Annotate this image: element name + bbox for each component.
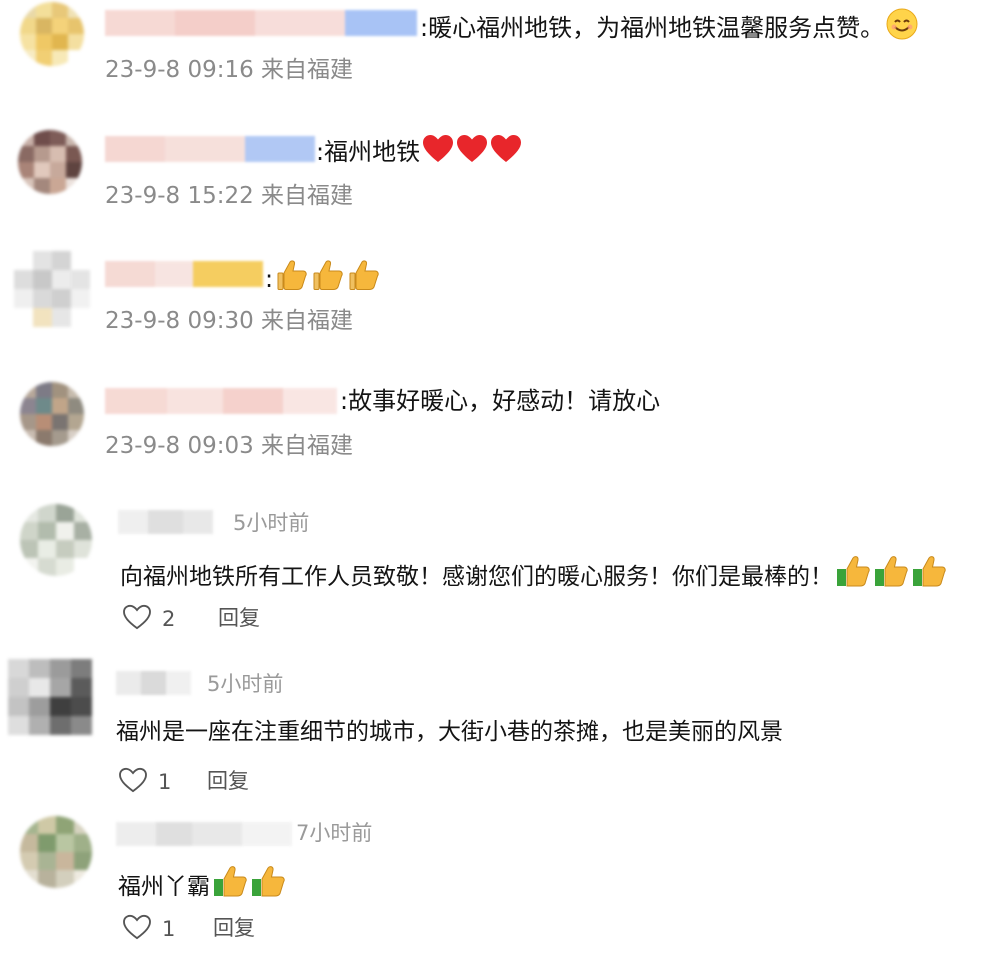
comment-meta: 23-9-8 09:16 来自福建 bbox=[105, 57, 354, 83]
thumbs-up-emoji bbox=[250, 864, 286, 906]
heart-emoji bbox=[422, 134, 454, 171]
thumbs-up-emoji bbox=[311, 259, 345, 298]
comment-text: : bbox=[265, 259, 381, 298]
comment-time: 7小时前 bbox=[296, 821, 373, 845]
smile-emoji bbox=[886, 8, 918, 47]
comment-body: 福州丫霸 bbox=[118, 874, 210, 900]
comment-3: : 23-9-8 09:30 来自福建 bbox=[0, 245, 1001, 345]
comment-meta: 23-9-8 09:03 来自福建 bbox=[105, 433, 354, 459]
like-count: 1 bbox=[162, 917, 176, 941]
avatar[interactable] bbox=[20, 2, 84, 66]
comment-4: :故事好暖心，好感动！请放心 23-9-8 09:03 来自福建 bbox=[0, 372, 1001, 472]
comment-body: 故事好暖心，好感动！请放心 bbox=[348, 387, 661, 415]
thumbs-up-emoji bbox=[212, 864, 248, 906]
blurred-username[interactable] bbox=[116, 822, 292, 846]
heart-emoji bbox=[490, 134, 522, 171]
blurred-username[interactable] bbox=[105, 10, 417, 36]
comment-meta: 23-9-8 09:30 来自福建 bbox=[105, 308, 354, 334]
blurred-username[interactable] bbox=[116, 671, 191, 695]
thumbs-up-emoji bbox=[911, 554, 947, 596]
comment-2: :福州地铁 23-9-8 15:22 来自福建 bbox=[0, 120, 1001, 220]
reply-button[interactable]: 回复 bbox=[207, 768, 249, 794]
like-button[interactable]: 1 bbox=[122, 914, 175, 944]
blurred-username[interactable] bbox=[105, 388, 337, 414]
like-count: 1 bbox=[158, 770, 172, 794]
comment-text: :故事好暖心，好感动！请放心 bbox=[340, 386, 660, 416]
like-count: 2 bbox=[162, 607, 176, 631]
avatar[interactable] bbox=[20, 816, 92, 888]
like-button[interactable]: 2 bbox=[122, 604, 175, 634]
thumbs-up-emoji bbox=[873, 554, 909, 596]
blurred-username[interactable] bbox=[105, 261, 263, 287]
heart-emoji bbox=[456, 134, 488, 171]
comment-body: 向福州地铁所有工作人员致敬！感谢您们的暖心服务！你们是最棒的！ bbox=[120, 564, 833, 590]
thumbs-up-emoji bbox=[835, 554, 871, 596]
comment-body: 暖心福州地铁，为福州地铁温馨服务点赞。 bbox=[428, 14, 885, 42]
comment-5: 5小时前 向福州地铁所有工作人员致敬！感谢您们的暖心服务！你们是最棒的！ 2 回… bbox=[0, 500, 1001, 640]
thumbs-up-emoji bbox=[347, 259, 381, 298]
avatar[interactable] bbox=[14, 251, 90, 327]
separator: : bbox=[420, 14, 429, 42]
comment-text: :福州地铁 bbox=[316, 134, 522, 171]
avatar[interactable] bbox=[18, 130, 82, 194]
comment-text: 向福州地铁所有工作人员致敬！感谢您们的暖心服务！你们是最棒的！ bbox=[120, 554, 947, 596]
comment-7: 7小时前 福州丫霸 1 回复 bbox=[0, 810, 1001, 950]
comment-time: 5小时前 bbox=[233, 511, 310, 535]
avatar[interactable] bbox=[20, 382, 84, 446]
thumbs-up-emoji bbox=[275, 259, 309, 298]
comment-text: 福州是一座在注重细节的城市，大街小巷的茶摊，也是美丽的风景 bbox=[116, 717, 783, 747]
avatar[interactable] bbox=[20, 504, 92, 576]
like-button[interactable]: 1 bbox=[118, 767, 171, 797]
comment-time: 5小时前 bbox=[207, 672, 284, 696]
heart-outline-icon bbox=[122, 914, 152, 944]
comment-body: 福州地铁 bbox=[324, 138, 421, 166]
comment-text: 福州丫霸 bbox=[118, 864, 286, 906]
heart-outline-icon bbox=[122, 604, 152, 634]
comment-1: :暖心福州地铁，为福州地铁温馨服务点赞。 23-9-8 09:16 来自福建 bbox=[0, 0, 1001, 100]
separator: : bbox=[316, 138, 325, 166]
comment-text: :暖心福州地铁，为福州地铁温馨服务点赞。 bbox=[420, 8, 918, 47]
separator: : bbox=[340, 387, 349, 415]
avatar[interactable] bbox=[8, 659, 92, 735]
heart-outline-icon bbox=[118, 767, 148, 797]
separator: : bbox=[265, 265, 274, 293]
blurred-username[interactable] bbox=[105, 136, 315, 162]
comment-6: 5小时前 福州是一座在注重细节的城市，大街小巷的茶摊，也是美丽的风景 1 回复 bbox=[0, 655, 1001, 795]
reply-button[interactable]: 回复 bbox=[213, 915, 255, 941]
reply-button[interactable]: 回复 bbox=[218, 605, 260, 631]
blurred-username[interactable] bbox=[118, 510, 213, 534]
comment-meta: 23-9-8 15:22 来自福建 bbox=[105, 183, 354, 209]
comment-body: 福州是一座在注重细节的城市，大街小巷的茶摊，也是美丽的风景 bbox=[116, 719, 783, 745]
